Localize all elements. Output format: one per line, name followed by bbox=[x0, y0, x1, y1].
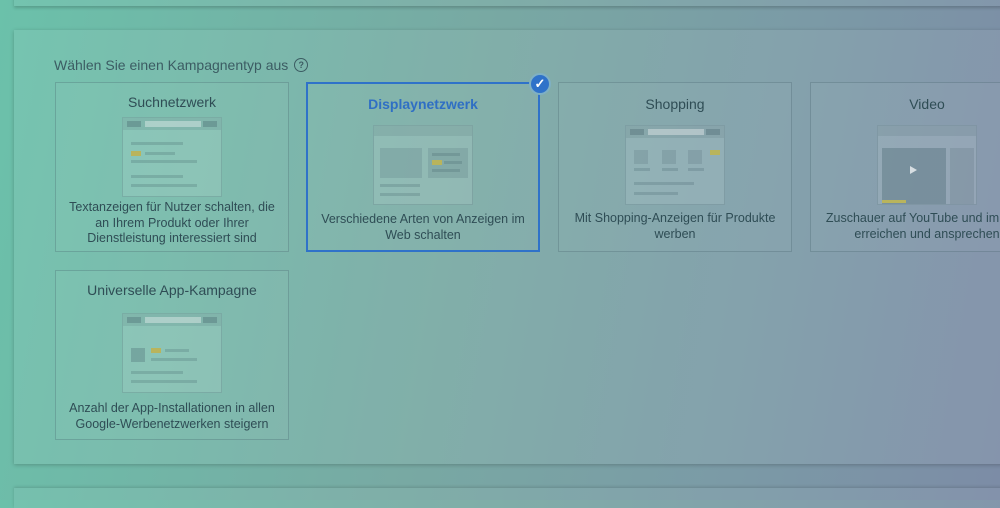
card-description: Verschiedene Arten von Anzeigen im Web s… bbox=[321, 212, 525, 242]
card-description: Mit Shopping-Anzeigen für Produkte werbe… bbox=[574, 211, 776, 241]
card-universal-app-campaign[interactable]: Universelle App-Kampagne Anzahl der App-… bbox=[55, 270, 289, 440]
previous-panel bbox=[14, 0, 1000, 6]
card-title: Video bbox=[909, 96, 945, 112]
download-icon bbox=[131, 348, 145, 362]
card-title: Displaynetzwerk bbox=[368, 96, 478, 112]
campaign-type-heading: Wählen Sie einen Kampagnentyp aus ? bbox=[54, 57, 309, 73]
card-title: Universelle App-Kampagne bbox=[87, 282, 257, 298]
card-display-network[interactable]: Displaynetzwerk Verschiedene Arten von A… bbox=[306, 82, 540, 252]
video-ad-illustration bbox=[877, 125, 977, 205]
card-search-network[interactable]: Suchnetzwerk Textanzeigen für Nutzer sch… bbox=[55, 82, 289, 252]
card-description: Textanzeigen für Nutzer schalten, die an… bbox=[69, 200, 275, 245]
card-shopping[interactable]: Shopping Mit Shopping-Anzeigen für Produ… bbox=[558, 82, 792, 252]
card-description: Zuschauer auf YouTube und im Web erreich… bbox=[825, 211, 1000, 241]
card-video[interactable]: Video Zuschauer auf YouTube und im Web e… bbox=[810, 82, 1000, 252]
card-title: Suchnetzwerk bbox=[128, 94, 216, 110]
card-description: Anzahl der App-Installationen in allen G… bbox=[69, 401, 275, 431]
card-title: Shopping bbox=[645, 96, 705, 112]
check-circle-icon: ✓ bbox=[529, 73, 551, 95]
help-circle-icon[interactable]: ? bbox=[294, 58, 309, 72]
search-ad-illustration bbox=[122, 117, 222, 197]
campaign-type-label: Wählen Sie einen Kampagnentyp aus bbox=[54, 57, 289, 73]
display-ad-illustration bbox=[373, 125, 473, 205]
shopping-ad-illustration bbox=[625, 125, 725, 205]
next-panel bbox=[14, 488, 1000, 508]
app-ad-illustration bbox=[122, 313, 222, 393]
